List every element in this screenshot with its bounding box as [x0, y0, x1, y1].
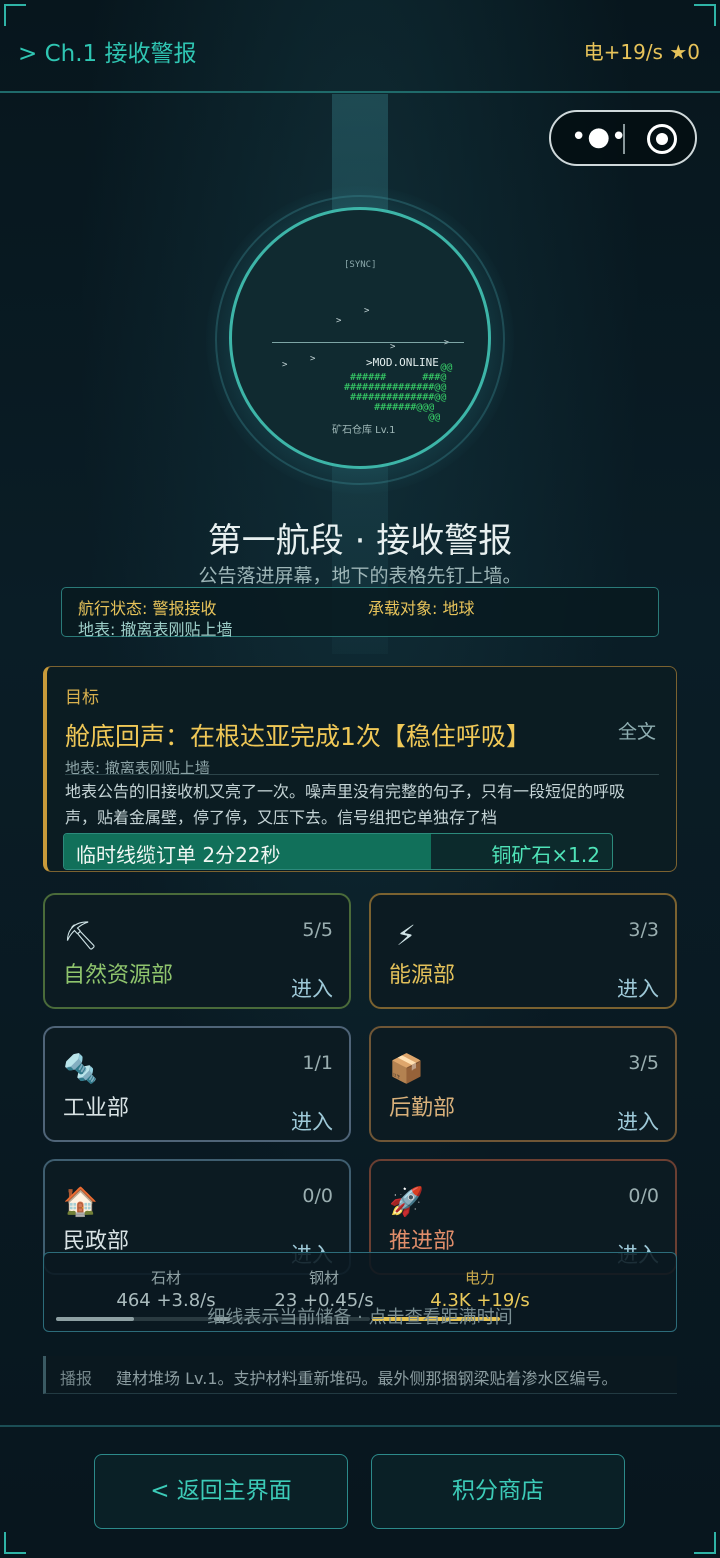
capsule-divider [623, 124, 625, 154]
dept-name: 能源部 [389, 963, 456, 988]
order-label: 临时线缆订单 2分22秒 [76, 843, 281, 867]
dept-count: 5/5 [302, 919, 333, 941]
bolt-icon: 🔩 [63, 1052, 98, 1085]
package-icon: 📦 [389, 1052, 424, 1085]
points-shop-button[interactable]: 积分商店 [371, 1454, 625, 1529]
dept-card-energy[interactable]: ⚡ 3/3 能源部 进入 [369, 893, 677, 1009]
resource-summary: 电+19/s ★0 [583, 40, 700, 64]
resource-label: 电力 [464, 1269, 495, 1287]
carry-target: 承载对象: 地球 [368, 599, 475, 618]
dept-name: 工业部 [63, 1096, 130, 1121]
order-progress-bar[interactable]: 临时线缆订单 2分22秒 铜矿石×1.2 [63, 833, 613, 870]
dept-name: 自然资源部 [63, 963, 174, 988]
order-reward: 铜矿石×1.2 [491, 843, 600, 867]
enter-button[interactable]: 进入 [291, 1106, 333, 1136]
dept-count: 0/0 [628, 1185, 659, 1207]
ascii-art: @@ ###### ###@ ###############@@ #######… [344, 362, 453, 423]
dept-count: 3/5 [628, 1052, 659, 1074]
resource-panel[interactable]: 石材 464 +3.8/s 钢材 23 +0.45/s 电力 4.3K +19/… [43, 1252, 677, 1332]
goal-label: 目标 [65, 688, 99, 708]
dept-card-natural-resources[interactable]: ⛏ 5/5 自然资源部 进入 [43, 893, 351, 1009]
prompt-glyph: > [444, 338, 450, 348]
dept-count: 1/1 [302, 1052, 333, 1074]
rocket-icon: 🚀 [389, 1185, 424, 1218]
radar-display[interactable]: [SYNC] > > > > > > >MOD.ONLINE @@ ######… [229, 207, 491, 469]
divider [65, 774, 659, 775]
goal-card[interactable]: 目标 舱底回声：在根达亚完成1次【稳住呼吸】 全文 地表: 撤离表刚贴上墙 地表… [43, 666, 677, 872]
pickaxe-icon: ⛏ [63, 919, 99, 952]
resource-label: 石材 [150, 1269, 181, 1287]
scan-line [272, 342, 464, 343]
surface-status: 地表: 撤离表刚贴上墙 [78, 620, 233, 639]
dept-card-industry[interactable]: 🔩 1/1 工业部 进入 [43, 1026, 351, 1142]
close-target-icon[interactable] [647, 124, 677, 154]
page-title: 第一航段 · 接收警报 [207, 521, 513, 561]
back-to-main-button[interactable]: < 返回主界面 [94, 1454, 348, 1529]
depot-label: 矿石仓库 Lv.1 [332, 425, 396, 436]
broadcast-label: 播报 [60, 1369, 93, 1388]
bottom-divider [0, 1425, 720, 1427]
prompt-glyph: > [310, 354, 316, 364]
prompt-glyph: > [336, 316, 342, 326]
broadcast-text: 建材堆场 Lv.1。支护材料重新堆码。最外侧那捆钢梁贴着渗水区编号。 [116, 1369, 618, 1388]
enter-button[interactable]: 进入 [291, 973, 333, 1003]
page-subtitle: 公告落进屏幕，地下的表格先钉上墙。 [198, 565, 522, 587]
enter-button[interactable]: 进入 [617, 1106, 659, 1136]
chapter-title[interactable]: > Ch.1 接收警报 [18, 34, 196, 68]
lightning-icon: ⚡ [396, 919, 416, 952]
top-bar: > Ch.1 接收警报 电+19/s ★0 [0, 0, 720, 93]
dept-name: 后勤部 [389, 1096, 456, 1121]
resource-label: 钢材 [308, 1269, 339, 1287]
enter-button[interactable]: 进入 [617, 973, 659, 1003]
prompt-glyph: > [390, 342, 396, 352]
goal-headline: 舱底回声：在根达亚完成1次【稳住呼吸】 [65, 722, 531, 751]
goal-description: 地表公告的旧接收机又亮了一次。噪声里没有完整的句子，只有一段短促的呼吸声，贴着金… [65, 782, 626, 827]
prompt-glyph: > [282, 360, 288, 370]
broadcast-ticker: 播报 建材堆场 Lv.1。支护材料重新堆码。最外侧那捆钢梁贴着渗水区编号。 [43, 1356, 677, 1394]
mini-program-capsule: •●• [549, 110, 697, 166]
status-info-box: 航行状态: 警报接收 承载对象: 地球 地表: 撤离表刚贴上墙 [61, 587, 659, 639]
prompt-glyph: > [364, 306, 370, 316]
dept-card-logistics[interactable]: 📦 3/5 后勤部 进入 [369, 1026, 677, 1142]
dept-count: 0/0 [302, 1185, 333, 1207]
dept-name: 民政部 [63, 1229, 130, 1254]
corner-bracket [4, 1532, 26, 1554]
house-icon: 🏠 [63, 1185, 98, 1218]
full-text-button[interactable]: 全文 [618, 717, 656, 744]
more-icon[interactable]: •●• [571, 124, 627, 150]
dept-count: 3/3 [628, 919, 659, 941]
corner-bracket [694, 1532, 716, 1554]
dept-name: 推进部 [389, 1229, 456, 1254]
sync-label: [SYNC] [344, 260, 377, 270]
resource-hint: 细线表示当前储备 · 点击查看距满时间 [207, 1307, 513, 1328]
